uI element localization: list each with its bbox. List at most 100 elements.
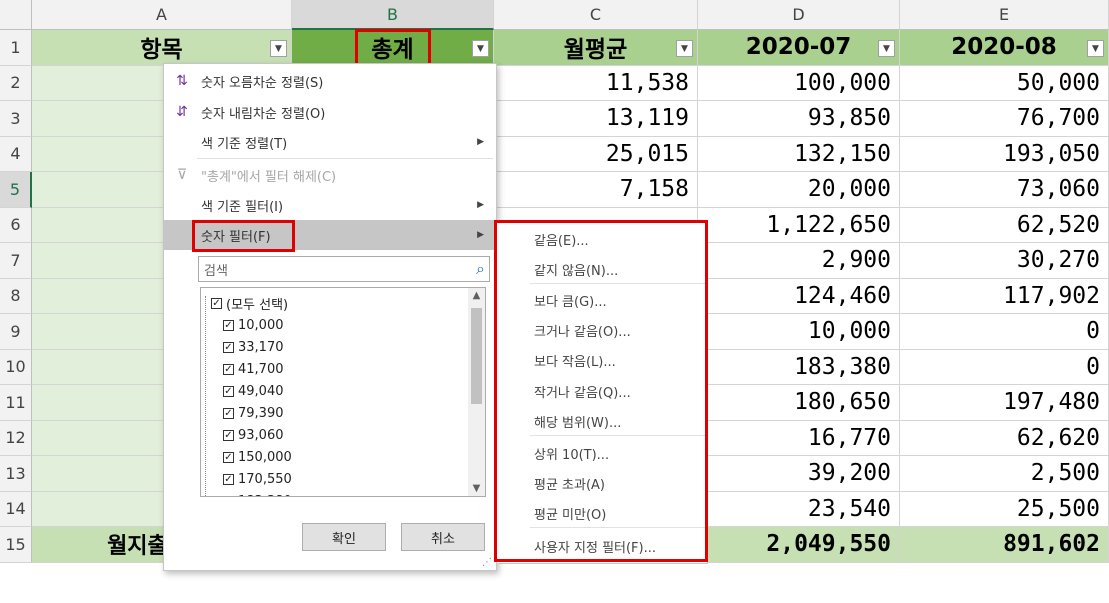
column-header-b[interactable]: B xyxy=(292,0,494,30)
checkbox-checked-icon[interactable]: ✓ xyxy=(223,319,234,331)
list-item[interactable]: ✓ 183,380 xyxy=(223,490,292,497)
column-header-a[interactable]: A xyxy=(32,0,292,30)
filter-dropdown-button-e[interactable]: ▼ xyxy=(1087,40,1104,57)
checkbox-checked-icon[interactable]: ✓ xyxy=(223,429,234,441)
list-item[interactable]: ✓ 93,060 xyxy=(223,424,284,446)
cell-e12[interactable]: 62,620 xyxy=(900,420,1109,456)
row-header-14[interactable]: 14 xyxy=(0,491,32,527)
checkbox-checked-icon[interactable]: ✓ xyxy=(223,495,234,496)
filter-dropdown-button-d[interactable]: ▼ xyxy=(878,40,895,57)
checkbox-checked-icon[interactable]: ✓ xyxy=(223,385,234,397)
cell-d4[interactable]: 132,150 xyxy=(698,136,900,172)
cell-c3[interactable]: 13,119 xyxy=(494,101,698,137)
cell-d13[interactable]: 39,200 xyxy=(698,456,900,492)
checkbox-checked-icon[interactable]: ✓ xyxy=(211,297,222,309)
scrollbar-thumb[interactable] xyxy=(471,308,482,404)
filter-dropdown-button-b[interactable]: ▼ xyxy=(472,40,489,57)
list-item[interactable]: ✓ 33,170 xyxy=(223,336,284,358)
menu-sort-by-color[interactable]: 색 기준 정렬(T) ▶ xyxy=(164,127,494,157)
checkbox-checked-icon[interactable]: ✓ xyxy=(223,407,234,419)
row-header-15[interactable]: 15 xyxy=(0,527,32,563)
cell-e2[interactable]: 50,000 xyxy=(900,65,1109,101)
row-header-13[interactable]: 13 xyxy=(0,456,32,492)
cell-d12[interactable]: 16,770 xyxy=(698,420,900,456)
filter-value-list[interactable]: ✓ (모두 선택) ✓ 10,000 ✓ 33,170 ✓ 41,700 ✓ 49,040 ✓ 79,… xyxy=(200,287,486,497)
checkbox-checked-icon[interactable]: ✓ xyxy=(223,341,234,353)
checkbox-checked-icon[interactable]: ✓ xyxy=(223,363,234,375)
list-item-label: 183,380 xyxy=(238,494,292,497)
cell-e14[interactable]: 25,500 xyxy=(900,491,1109,527)
list-scrollbar[interactable]: ▲ ▼ xyxy=(468,288,485,496)
resize-grip-icon[interactable]: ⋰ xyxy=(482,557,492,568)
cell-c2[interactable]: 11,538 xyxy=(494,65,698,101)
list-item[interactable]: ✓ 41,700 xyxy=(223,358,284,380)
row-header-12[interactable]: 12 xyxy=(0,420,32,456)
menu-filter-by-color[interactable]: 색 기준 필터(I) ▶ xyxy=(164,190,494,220)
cell-a1[interactable]: 항목 xyxy=(32,30,292,66)
cancel-button[interactable]: 취소 xyxy=(401,523,485,551)
cell-d9[interactable]: 10,000 xyxy=(698,314,900,350)
cell-e5[interactable]: 73,060 xyxy=(900,172,1109,208)
cell-e7[interactable]: 30,270 xyxy=(900,243,1109,279)
cell-e1[interactable]: 2020-08 xyxy=(900,30,1109,66)
filter-dropdown-button-c[interactable]: ▼ xyxy=(676,40,693,57)
chevron-down-icon[interactable]: ▼ xyxy=(468,483,485,494)
row-header-4[interactable]: 4 xyxy=(0,136,32,172)
list-item[interactable]: ✓ 10,000 xyxy=(223,314,284,336)
checkbox-checked-icon[interactable]: ✓ xyxy=(223,473,234,485)
list-item[interactable]: ✓ 49,040 xyxy=(223,380,284,402)
cell-e10[interactable]: 0 xyxy=(900,349,1109,385)
cell-e3[interactable]: 76,700 xyxy=(900,101,1109,137)
row-header-6[interactable]: 6 xyxy=(0,207,32,243)
cell-c4[interactable]: 25,015 xyxy=(494,136,698,172)
cell-d3[interactable]: 93,850 xyxy=(698,101,900,137)
row-header-9[interactable]: 9 xyxy=(0,314,32,350)
row-header-3[interactable]: 3 xyxy=(0,101,32,137)
cell-e6[interactable]: 62,520 xyxy=(900,207,1109,243)
cell-e11[interactable]: 197,480 xyxy=(900,385,1109,421)
cell-d2[interactable]: 100,000 xyxy=(698,65,900,101)
filter-dropdown-button-a[interactable]: ▼ xyxy=(270,40,287,57)
cell-e15[interactable]: 891,602 xyxy=(900,527,1109,563)
cell-e4[interactable]: 193,050 xyxy=(900,136,1109,172)
list-item[interactable]: ✓ 170,550 xyxy=(223,468,292,490)
row-header-1[interactable]: 1 xyxy=(0,30,32,66)
cell-e13[interactable]: 2,500 xyxy=(900,456,1109,492)
cell-d14[interactable]: 23,540 xyxy=(698,491,900,527)
select-all-checkbox-item[interactable]: ✓ (모두 선택) xyxy=(211,292,288,314)
ok-button[interactable]: 확인 xyxy=(302,523,386,551)
row-header-2[interactable]: 2 xyxy=(0,65,32,101)
cell-c1[interactable]: 월평균 xyxy=(494,30,698,66)
row-header-7[interactable]: 7 xyxy=(0,243,32,279)
cell-d5[interactable]: 20,000 xyxy=(698,172,900,208)
cell-d11[interactable]: 180,650 xyxy=(698,385,900,421)
column-header-e[interactable]: E xyxy=(900,0,1109,30)
cell-d7[interactable]: 2,900 xyxy=(698,243,900,279)
row-header-11[interactable]: 11 xyxy=(0,385,32,421)
cell-d6[interactable]: 1,122,650 xyxy=(698,207,900,243)
menu-filter-by-color-label: 색 기준 필터(I) xyxy=(201,199,284,215)
menu-sort-ascending[interactable]: ⇅ 숫자 오름차순 정렬(S) xyxy=(164,66,494,96)
cell-d1[interactable]: 2020-07 xyxy=(698,30,900,66)
column-header-c[interactable]: C xyxy=(494,0,698,30)
row-header-8[interactable]: 8 xyxy=(0,278,32,314)
cell-d10[interactable]: 183,380 xyxy=(698,349,900,385)
row-header-5[interactable]: 5 xyxy=(0,172,32,208)
cell-e8[interactable]: 117,902 xyxy=(900,278,1109,314)
search-input[interactable]: 검색 ⌕ xyxy=(198,256,490,282)
row-header-10[interactable]: 10 xyxy=(0,349,32,385)
menu-sort-descending[interactable]: ⇵ 숫자 내림차순 정렬(O) xyxy=(164,97,494,127)
menu-sort-by-color-label: 색 기준 정렬(T) xyxy=(201,136,288,152)
chevron-up-icon[interactable]: ▲ xyxy=(468,290,485,301)
search-icon[interactable]: ⌕ xyxy=(476,259,485,279)
cell-d8[interactable]: 124,460 xyxy=(698,278,900,314)
chevron-right-icon: ▶ xyxy=(477,230,484,240)
column-header-d[interactable]: D xyxy=(698,0,900,30)
list-item[interactable]: ✓ 150,000 xyxy=(223,446,292,468)
cell-c5[interactable]: 7,158 xyxy=(494,172,698,208)
select-all-corner[interactable] xyxy=(0,0,32,30)
checkbox-checked-icon[interactable]: ✓ xyxy=(223,451,234,463)
cell-d15[interactable]: 2,049,550 xyxy=(698,527,900,563)
list-item[interactable]: ✓ 79,390 xyxy=(223,402,284,424)
cell-e9[interactable]: 0 xyxy=(900,314,1109,350)
